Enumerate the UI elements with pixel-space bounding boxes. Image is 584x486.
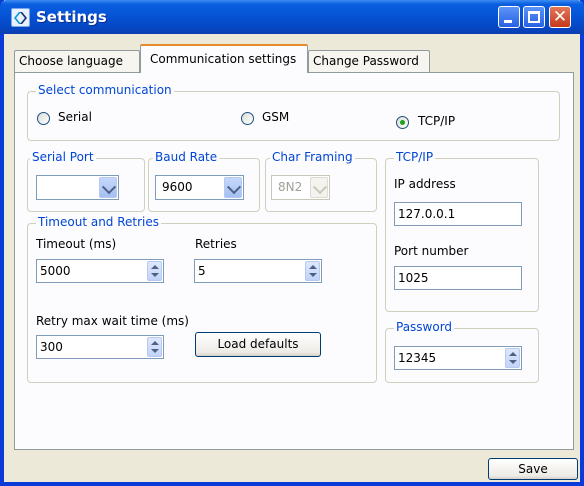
retry-max-wait-label: Retry max wait time (ms) (36, 314, 189, 328)
password-value: 12345 (398, 351, 437, 365)
timeout-retries-group: Timeout and Retries Timeout (ms) 5000 Re… (27, 215, 377, 383)
spin-down-icon[interactable] (509, 360, 517, 364)
timeout-retries-legend: Timeout and Retries (36, 215, 162, 229)
ip-address-input[interactable]: 127.0.0.1 (394, 202, 522, 226)
save-button[interactable]: Save (488, 458, 578, 480)
tcpip-group: TCP/IP IP address 127.0.0.1 Port number … (385, 150, 539, 312)
timeout-label: Timeout (ms) (36, 237, 117, 251)
radio-gsm-label[interactable]: GSM (262, 110, 289, 124)
retry-max-wait-input[interactable]: 300 (36, 335, 164, 359)
char-framing-legend: Char Framing (270, 150, 355, 164)
close-button[interactable]: ✕ (549, 6, 571, 28)
minimize-button[interactable] (498, 6, 520, 28)
spin-down-icon[interactable] (151, 273, 159, 277)
password-spinner[interactable] (505, 348, 520, 368)
load-defaults-button[interactable]: Load defaults (195, 332, 321, 357)
select-communication-group: Select communication Serial GSM TCP/IP (27, 83, 560, 141)
baud-rate-select[interactable]: 9600 (155, 175, 244, 200)
spin-down-icon[interactable] (151, 349, 159, 353)
retries-label: Retries (195, 237, 237, 251)
spin-down-icon[interactable] (309, 273, 317, 277)
port-number-input[interactable]: 1025 (394, 266, 522, 290)
password-legend: Password (394, 320, 455, 334)
retry-max-wait-value: 300 (40, 340, 63, 354)
maximize-button[interactable] (523, 6, 545, 28)
retry-max-wait-spinner[interactable] (147, 337, 162, 357)
tab-communication-settings[interactable]: Communication settings (140, 44, 308, 73)
port-number-label: Port number (394, 244, 469, 258)
chevron-down-icon[interactable] (99, 177, 117, 198)
radio-serial-label[interactable]: Serial (58, 110, 92, 124)
chevron-down-icon[interactable] (224, 177, 242, 198)
chevron-down-icon (310, 177, 328, 198)
spin-up-icon[interactable] (151, 265, 159, 269)
password-group: Password 12345 (385, 320, 539, 383)
baud-rate-value: 9600 (162, 180, 193, 194)
retries-value: 5 (198, 264, 206, 278)
radio-serial[interactable] (37, 112, 50, 125)
timeout-value: 5000 (40, 264, 71, 278)
maximize-icon (528, 11, 540, 23)
communication-settings-panel: Select communication Serial GSM TCP/IP S… (14, 72, 574, 450)
tab-change-password[interactable]: Change Password (308, 50, 430, 72)
baud-rate-group: Baud Rate 9600 (148, 150, 260, 212)
app-logo-icon (11, 8, 30, 27)
spin-up-icon[interactable] (509, 352, 517, 356)
close-icon: ✕ (552, 7, 568, 27)
tab-choose-language[interactable]: Choose language (14, 50, 140, 72)
window-title: Settings (36, 8, 107, 26)
title-bar[interactable]: Settings ✕ (0, 0, 584, 34)
char-framing-group: Char Framing 8N2 (265, 150, 377, 212)
serial-port-group: Serial Port (27, 150, 145, 212)
baud-rate-legend: Baud Rate (153, 150, 220, 164)
timeout-input[interactable]: 5000 (36, 259, 164, 283)
char-framing-select[interactable]: 8N2 (271, 175, 330, 200)
ip-address-label: IP address (394, 177, 456, 191)
select-communication-legend: Select communication (36, 83, 174, 97)
spin-up-icon[interactable] (309, 265, 317, 269)
radio-tcpip-label[interactable]: TCP/IP (418, 114, 455, 128)
password-input[interactable]: 12345 (394, 346, 522, 370)
radio-tcpip[interactable] (396, 116, 409, 129)
timeout-spinner[interactable] (147, 261, 162, 281)
spin-up-icon[interactable] (151, 341, 159, 345)
serial-port-select[interactable] (36, 175, 119, 200)
settings-window: Settings ✕ Choose language Communication… (0, 0, 584, 486)
minimize-icon (504, 20, 512, 23)
retries-input[interactable]: 5 (194, 259, 322, 283)
serial-port-legend: Serial Port (30, 150, 96, 164)
retries-spinner[interactable] (305, 261, 320, 281)
char-framing-value: 8N2 (278, 180, 303, 194)
tcpip-legend: TCP/IP (394, 150, 436, 164)
radio-gsm[interactable] (241, 112, 254, 125)
